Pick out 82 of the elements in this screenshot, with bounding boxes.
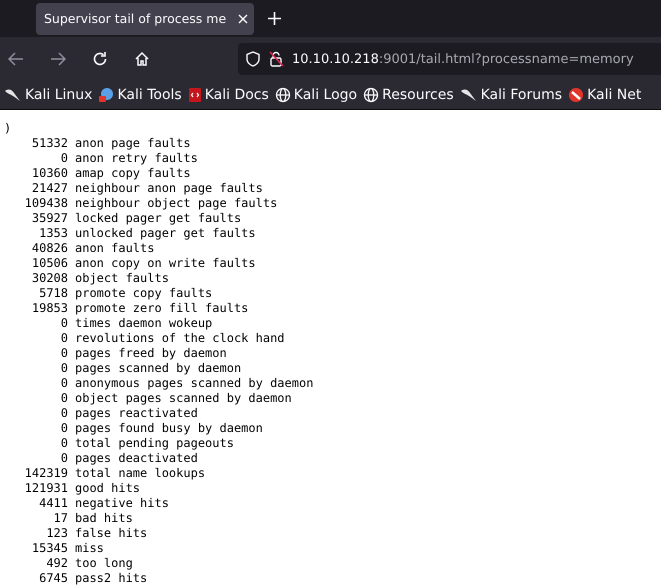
new-tab-icon[interactable] <box>268 12 281 25</box>
stat-label: revolutions of the clock hand <box>75 331 286 346</box>
stat-label: pages reactivated <box>75 406 199 421</box>
stat-label: anon faults <box>75 241 156 256</box>
count-value: 0 <box>60 406 68 421</box>
stat-label: bad hits <box>75 511 134 526</box>
count-value: 0 <box>60 331 68 346</box>
stat-label: pages deactivated <box>75 451 199 466</box>
stat-label: false hits <box>75 526 148 541</box>
globe-icon <box>363 87 380 103</box>
count-value: 0 <box>60 451 68 466</box>
count-value: 51332 <box>30 136 68 151</box>
count-value: 142319 <box>24 466 68 481</box>
bookmark-link[interactable]: Kali Forums <box>460 87 562 103</box>
count-value: 0 <box>60 376 68 391</box>
count-value: 0 <box>60 151 68 166</box>
count-value: 0 <box>60 436 68 451</box>
stat-label: negative hits <box>75 496 170 511</box>
count-value: 19853 <box>30 301 68 316</box>
stat-label: pass2 hits <box>75 571 148 586</box>
stat-label: amap copy faults <box>75 166 192 181</box>
stat-label: miss <box>75 541 105 556</box>
book-icon <box>188 87 202 103</box>
count-value: 1353 <box>38 226 68 241</box>
back-icon[interactable] <box>8 52 24 66</box>
bookmark-link[interactable]: Resources <box>363 87 454 103</box>
stat-label: promote copy faults <box>75 286 214 301</box>
count-value: 0 <box>60 316 68 331</box>
reload-icon[interactable] <box>92 51 108 67</box>
stat-label: anon page faults <box>75 136 192 151</box>
stat-label: anon retry faults <box>75 151 199 166</box>
count-value: 0 <box>60 346 68 361</box>
stat-label: anonymous pages scanned by daemon <box>75 376 314 391</box>
count-value: 40826 <box>30 241 68 256</box>
stat-label: pages freed by daemon <box>75 346 228 361</box>
bookmark-link[interactable]: Kali Linux <box>4 87 92 103</box>
stat-label: locked pager get faults <box>75 211 242 226</box>
stat-label: promote zero fill faults <box>75 301 250 316</box>
count-value: 15345 <box>30 541 68 556</box>
count-value: 4411 <box>38 496 68 511</box>
bookmark-link[interactable]: Kali Docs <box>188 87 269 103</box>
stat-label: neighbour anon page faults <box>75 181 264 196</box>
count-value: 121931 <box>24 481 68 496</box>
stat-label: object pages scanned by daemon <box>75 391 293 406</box>
count-value: 123 <box>45 526 68 541</box>
bookmark-link[interactable]: Kali Logo <box>274 87 358 103</box>
insecure-lock-icon <box>268 51 284 67</box>
count-value: 35927 <box>30 211 68 226</box>
shield-icon <box>246 51 260 67</box>
forward-icon[interactable] <box>50 52 66 66</box>
count-value: 17 <box>52 511 68 526</box>
count-value: 10360 <box>30 166 68 181</box>
stat-label: pages found busy by daemon <box>75 421 264 436</box>
stat-label: neighbour object page faults <box>75 196 278 211</box>
count-value: 0 <box>60 421 68 436</box>
close-icon[interactable] <box>238 14 248 24</box>
url-text: 10.10.10.218:9001/tail.html?processname=memory <box>292 52 634 66</box>
home-icon[interactable] <box>134 51 150 67</box>
count-value: 30208 <box>30 271 68 286</box>
count-value: 5718 <box>38 286 68 301</box>
stat-label: too long <box>75 556 134 571</box>
count-value: 10506 <box>30 256 68 271</box>
stat-label: total pending pageouts <box>75 436 235 451</box>
address-bar[interactable]: 10.10.10.218:9001/tail.html?processname=memory <box>238 43 661 75</box>
stat-label: unlocked pager get faults <box>75 226 257 241</box>
count-value: 109438 <box>24 196 68 211</box>
stat-label: anon copy on write faults <box>75 256 257 271</box>
bookmark-link[interactable]: Kali Tools <box>98 87 182 103</box>
browser-tab[interactable]: Supervisor tail of process me <box>36 2 254 34</box>
output-text: ) <box>4 121 12 136</box>
bookmark-link[interactable]: Kali Net <box>568 87 642 103</box>
count-value: 492 <box>45 556 68 571</box>
stat-label: good hits <box>75 481 142 496</box>
count-value: 0 <box>60 391 68 406</box>
stat-label: times daemon wokeup <box>75 316 214 331</box>
count-value: 6745 <box>38 571 68 586</box>
stat-label: object faults <box>75 271 170 286</box>
stat-label: pages scanned by daemon <box>75 361 242 376</box>
count-value: 21427 <box>30 181 68 196</box>
globe-icon <box>274 87 291 103</box>
stat-label: total name lookups <box>75 466 206 481</box>
count-value: 0 <box>60 361 68 376</box>
